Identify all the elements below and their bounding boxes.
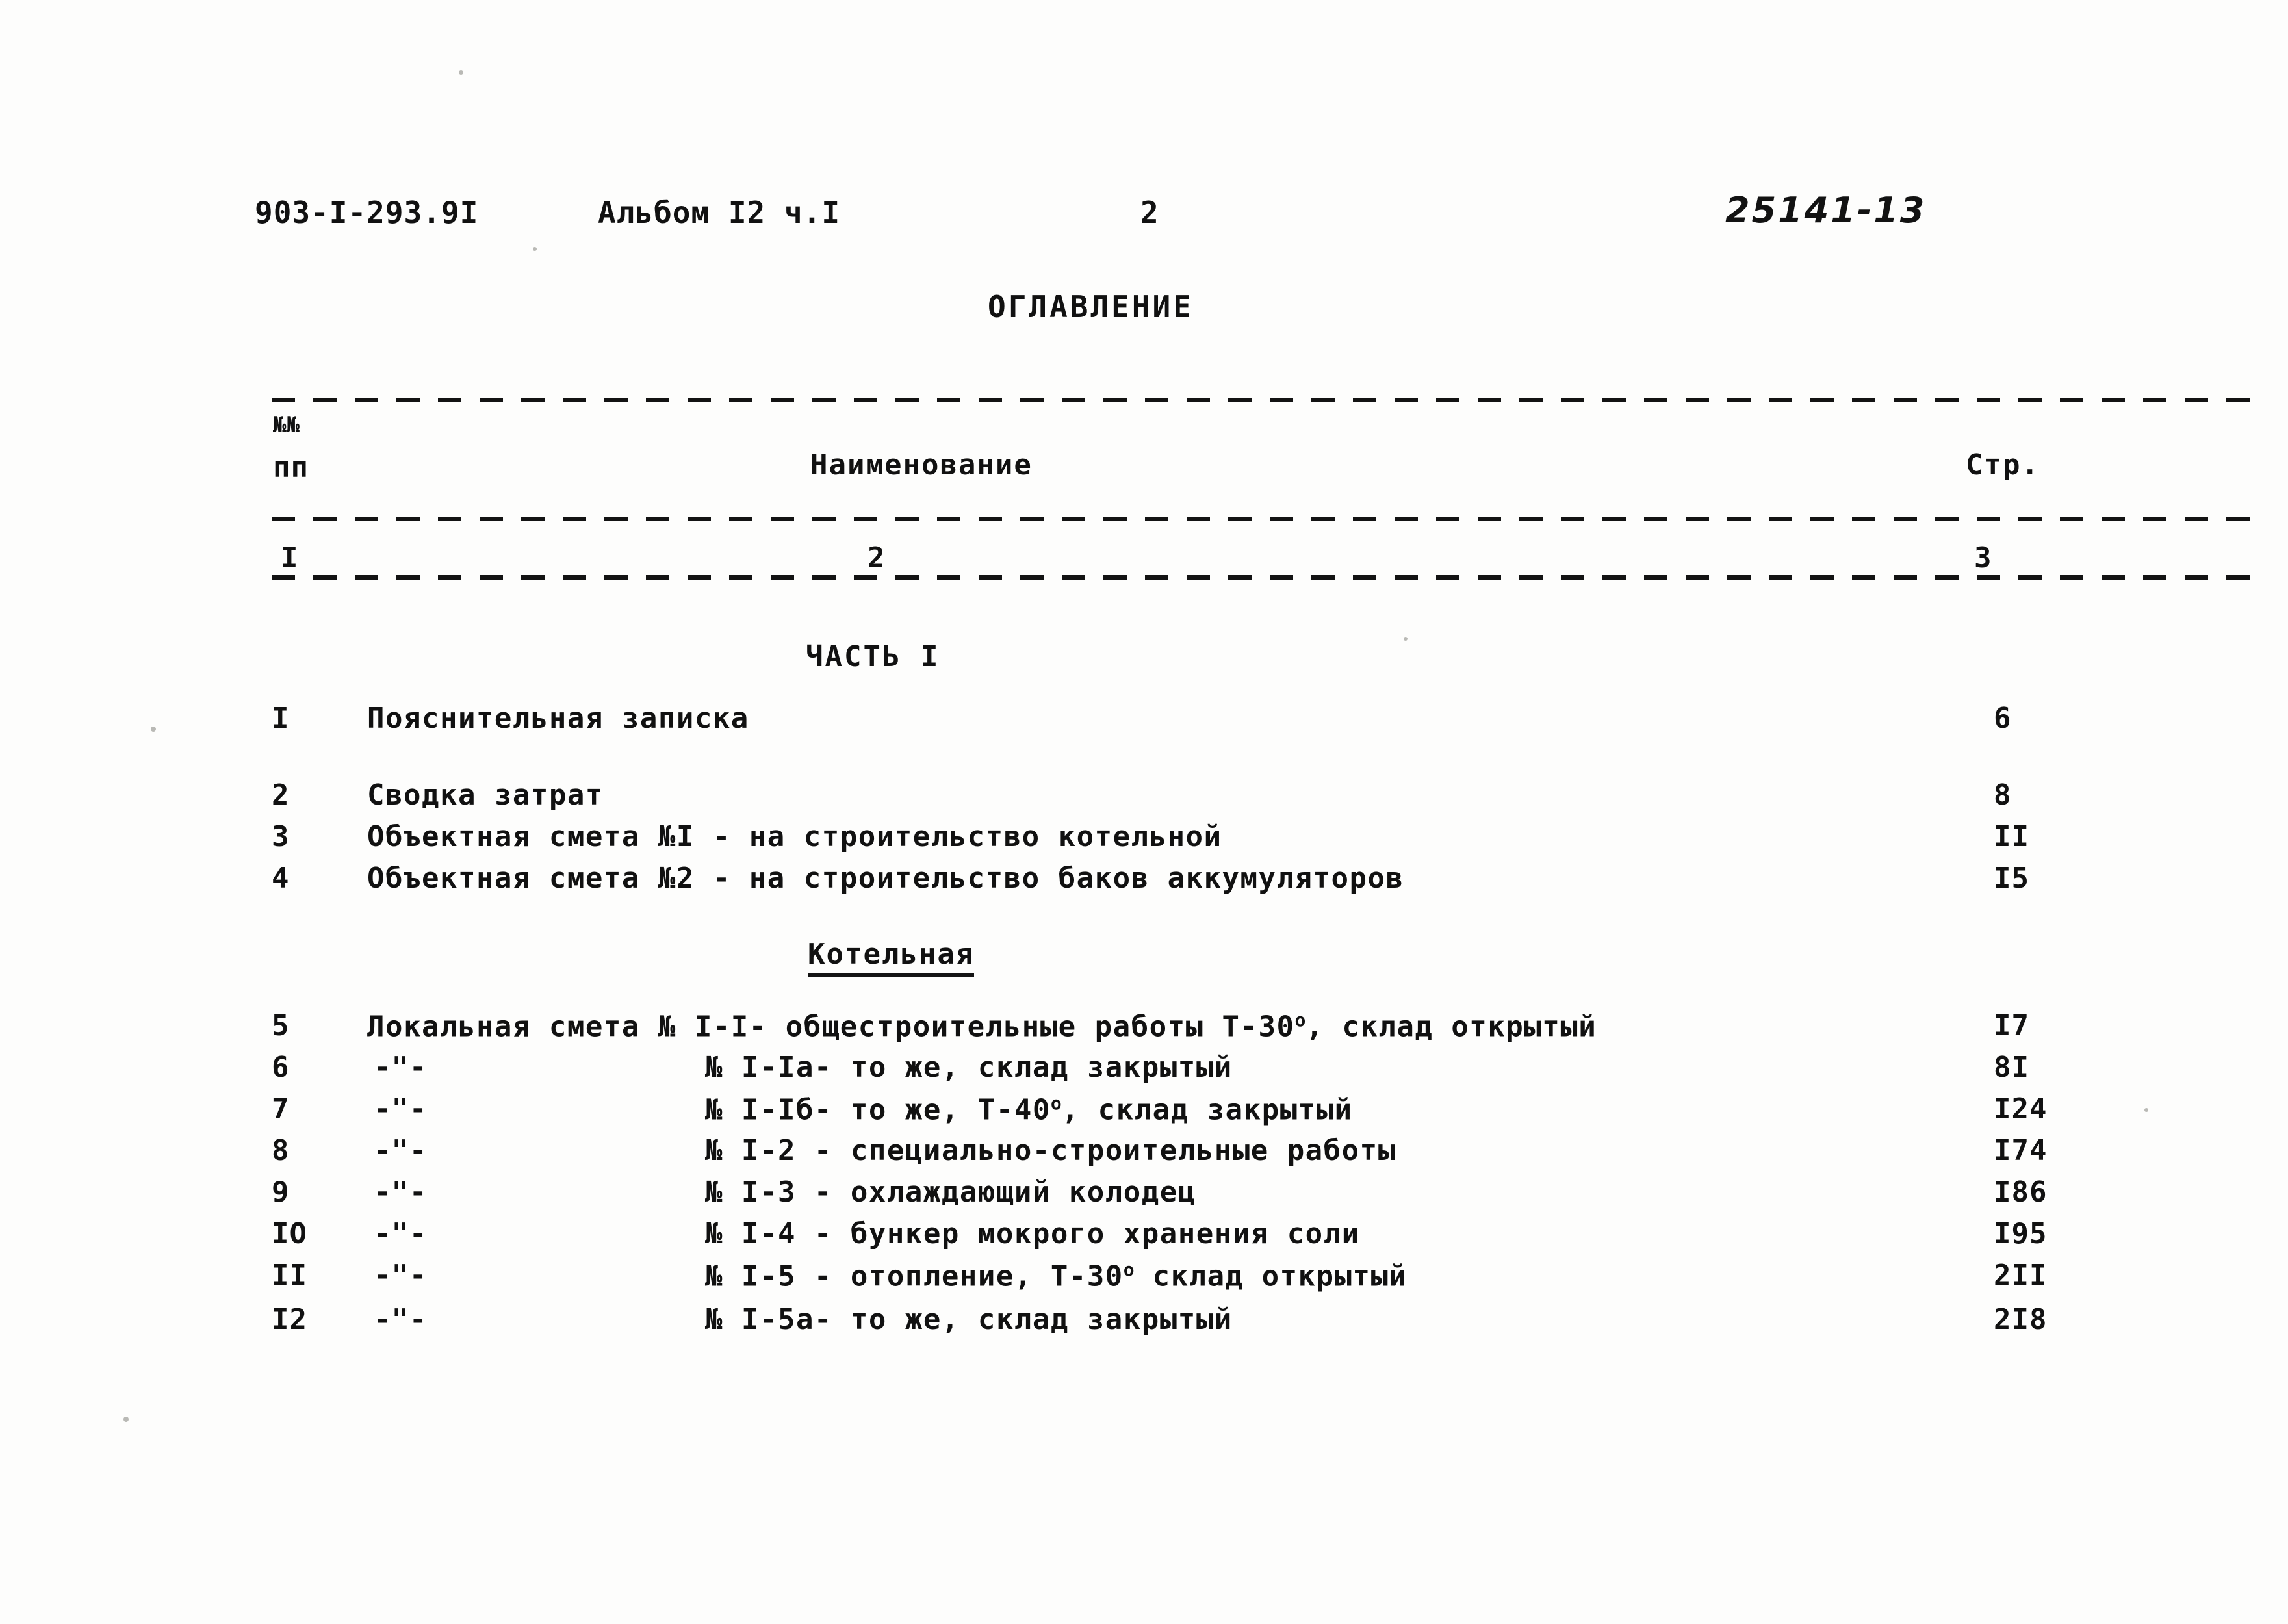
row-title: № I-3 - охлаждающий колодец [705, 1176, 1196, 1209]
row-index: IO [272, 1217, 307, 1250]
column-header-number-symbol: №№ [273, 412, 300, 438]
row-index: 7 [272, 1092, 290, 1126]
column-header-number-abbrev: пп [273, 451, 309, 484]
table-row: 6 -"- № I-Ia- то же, склад закрытый 8I [0, 1051, 2288, 1092]
table-row: IO -"- № I-4 - бункер мокрого хранения сол… [0, 1217, 2288, 1259]
row-index: 4 [272, 862, 290, 895]
row-index: I2 [272, 1303, 307, 1336]
row-page-number: I86 [1994, 1176, 2048, 1209]
scan-speck [1404, 637, 1408, 641]
row-index: 8 [272, 1134, 290, 1167]
row-title: № I-5a- то же, склад закрытый [705, 1303, 1233, 1336]
page-title: ОГЛАВЛЕНИЕ [988, 289, 1194, 324]
document-code: 903-I-293.9I [255, 195, 479, 230]
row-page-number: 8I [1994, 1051, 2029, 1084]
row-index: I [272, 702, 290, 735]
ditto-mark: -"- [374, 1092, 428, 1126]
row-title: Объектная смета №2 - на строительство ба… [367, 862, 1404, 895]
table-row: 8 -"- № I-2 - специально-строительные рабо… [0, 1134, 2288, 1176]
column-header-name: Наименование [810, 448, 1033, 482]
row-page-number: I95 [1994, 1217, 2048, 1250]
row-index: 3 [272, 820, 290, 853]
row-page-number: 2I8 [1994, 1303, 2048, 1336]
row-index: II [272, 1259, 307, 1292]
row-title: № I-2 - специально-строительные работы [705, 1134, 1396, 1167]
table-row: 2 Сводка затрат 8 [0, 779, 2288, 820]
table-row: 7 -"- № I-Iб- то же, Т-40о, склад закрытый… [0, 1092, 2288, 1134]
archive-stamp-number: 25141-13 [1725, 190, 1927, 231]
row-page-number: I5 [1994, 862, 2029, 895]
column-index-2: 2 [868, 541, 886, 574]
page-header: 903-I-293.9I Альбом I2 ч.I 2 25141-13 [0, 190, 2288, 247]
row-title: № I-Ia- то же, склад закрытый [705, 1051, 1233, 1084]
column-index-1: I [281, 541, 299, 574]
table-row: 5 Локальная смета № I-I- общестроительные… [0, 1009, 2288, 1051]
section-heading-part-one: ЧАСТЬ I [806, 640, 940, 673]
page-number: 2 [1140, 195, 1159, 230]
table-row: I2 -"- № I-5a- то же, склад закрытый 2I8 [0, 1303, 2288, 1345]
table-row: 4 Объектная смета №2 - на строительство б… [0, 862, 2288, 903]
row-page-number: 6 [1994, 702, 2012, 735]
row-index: 5 [272, 1009, 290, 1042]
table-row: I Пояснительная записка 6 [0, 702, 2288, 743]
row-title: № I-4 - бункер мокрого хранения соли [705, 1217, 1360, 1250]
row-title: Локальная смета № I-I- общестроительные … [367, 1009, 1597, 1044]
ditto-mark: -"- [374, 1303, 428, 1336]
row-page-number: I74 [1994, 1134, 2048, 1167]
column-index-3: 3 [1974, 541, 1992, 574]
table-rule-middle [272, 517, 2257, 521]
ditto-mark: -"- [374, 1217, 428, 1250]
row-page-number: II [1994, 820, 2029, 853]
scan-speck [123, 1417, 129, 1422]
scan-speck [533, 247, 537, 251]
ditto-mark: -"- [374, 1134, 428, 1167]
row-index: 9 [272, 1176, 290, 1209]
scanned-document-page: 903-I-293.9I Альбом I2 ч.I 2 25141-13 ОГ… [0, 0, 2288, 1624]
row-title: Объектная смета №I - на строительство ко… [367, 820, 1222, 853]
table-row: II -"- № I-5 - отопление, Т-30о склад откр… [0, 1259, 2288, 1300]
ditto-mark: -"- [374, 1259, 428, 1292]
column-header-page: Стр. [1966, 448, 2040, 482]
table-rule-top [272, 398, 2257, 402]
row-page-number: I7 [1994, 1009, 2029, 1042]
row-page-number: 8 [1994, 779, 2012, 812]
scan-speck [459, 70, 463, 75]
row-page-number: 2II [1994, 1259, 2048, 1292]
ditto-mark: -"- [374, 1176, 428, 1209]
degree-superscript: о [1123, 1259, 1135, 1280]
row-title: № I-5 - отопление, Т-30о склад открытый [705, 1259, 1408, 1293]
row-index: 6 [272, 1051, 290, 1084]
section-heading-boiler: Котельная [808, 938, 975, 977]
table-row: 3 Объектная смета №I - на строительство к… [0, 820, 2288, 862]
row-index: 2 [272, 779, 290, 812]
ditto-mark: -"- [374, 1051, 428, 1084]
degree-superscript: о [1050, 1092, 1062, 1114]
table-row: 9 -"- № I-3 - охлаждающий колодец I86 [0, 1176, 2288, 1217]
table-rule-bottom [272, 575, 2257, 580]
degree-superscript: о [1294, 1009, 1306, 1031]
row-title: Пояснительная записка [367, 702, 749, 735]
row-title: Сводка затрат [367, 779, 604, 812]
album-label: Альбом I2 ч.I [598, 195, 841, 230]
row-title: № I-Iб- то же, Т-40о, склад закрытый [705, 1092, 1353, 1127]
row-page-number: I24 [1994, 1092, 2048, 1126]
